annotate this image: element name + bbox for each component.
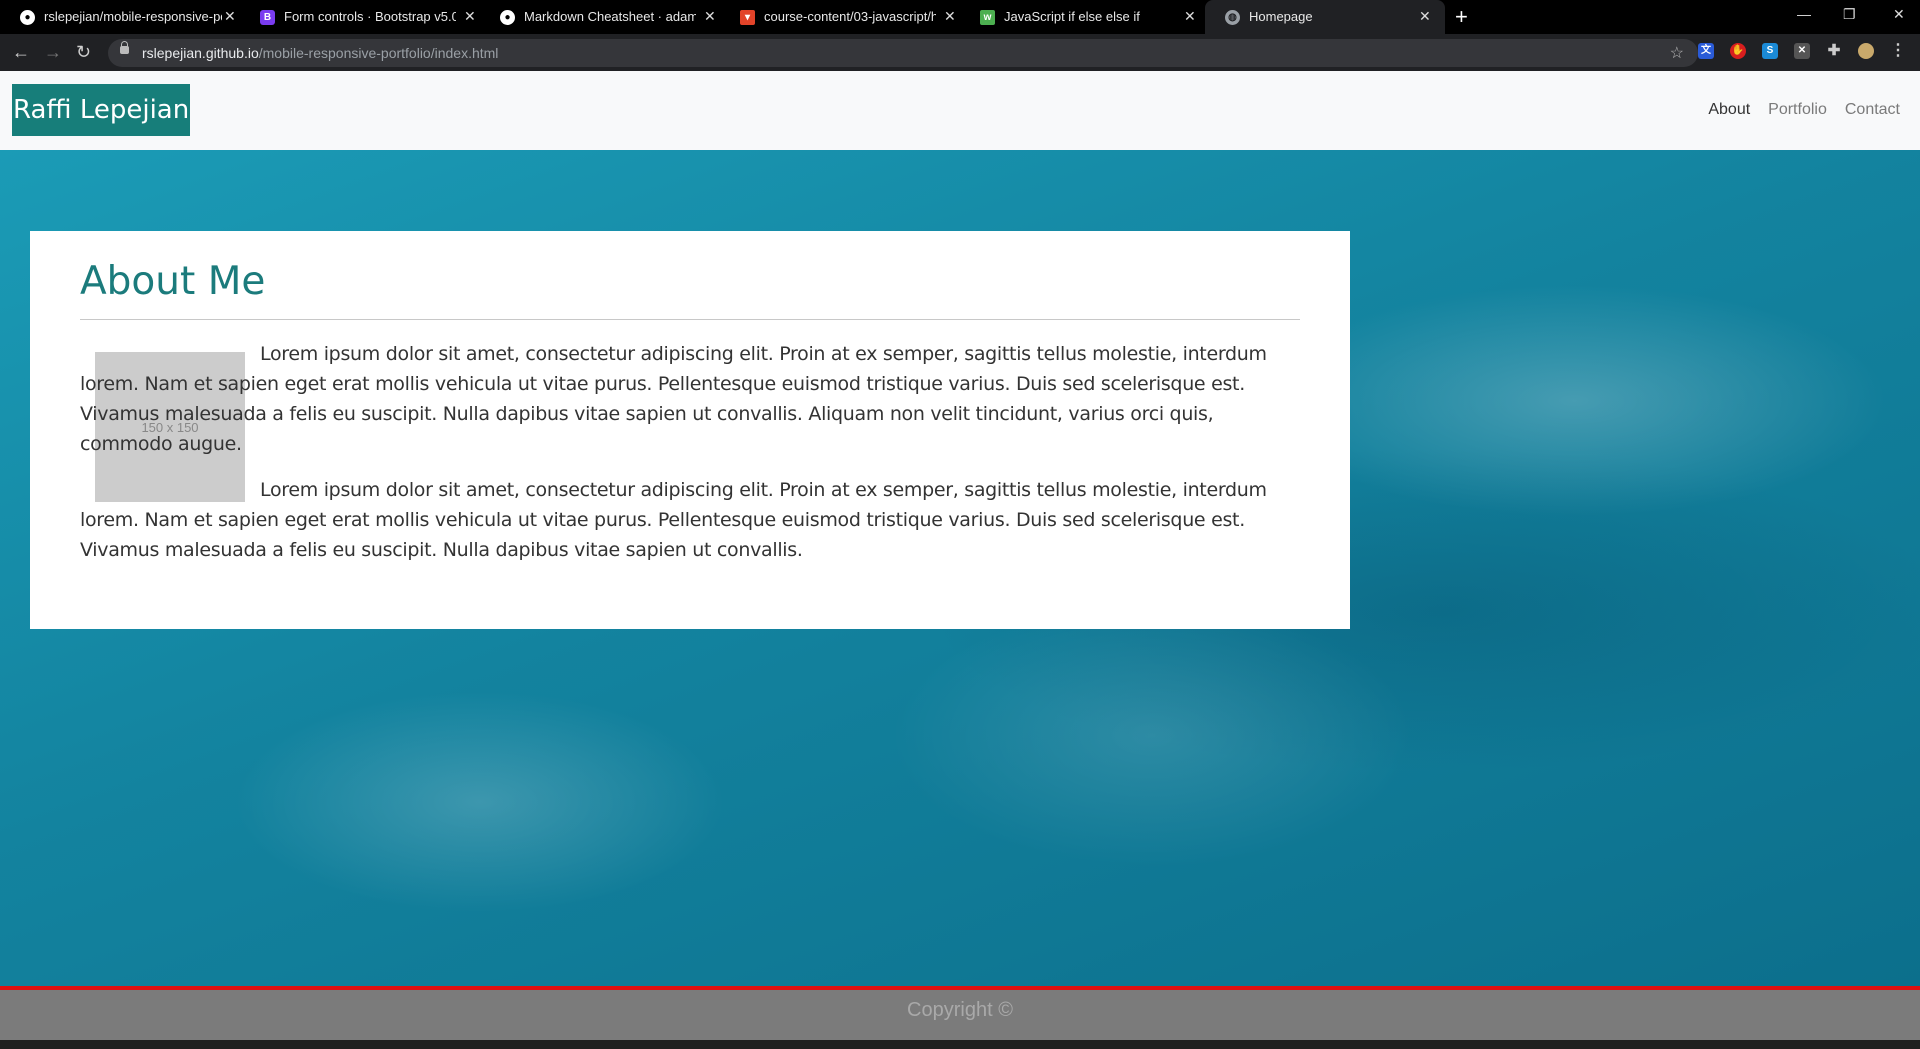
url-path: /mobile-responsive-portfolio/index.html <box>258 45 499 61</box>
reload-icon[interactable]: ↻ <box>76 42 91 63</box>
site-footer: Copyright © <box>0 990 1920 1040</box>
tab-markdown-cheatsheet[interactable]: ● Markdown Cheatsheet · adam-p/ ✕ <box>480 0 720 34</box>
window-close-icon[interactable]: ✕ <box>1893 6 1905 23</box>
restore-icon[interactable]: ❐ <box>1843 6 1856 23</box>
about-card: About Me 150 x 150 Lorem ipsum dolor sit… <box>30 231 1350 629</box>
nav-links: About Portfolio Contact <box>1708 101 1900 119</box>
nav-link-portfolio[interactable]: Portfolio <box>1768 101 1827 119</box>
menu-kebab-icon[interactable]: ⋮ <box>1890 43 1906 59</box>
browser-toolbar: ← → ↻ rslepejian.github.io/mobile-respon… <box>0 34 1920 71</box>
close-icon[interactable]: ✕ <box>464 8 476 25</box>
tab-homepage[interactable]: ◍ Homepage ✕ <box>1205 0 1445 34</box>
forward-arrow-icon[interactable]: → <box>44 42 62 63</box>
tab-bootstrap[interactable]: B Form controls · Bootstrap v5.0 ✕ <box>240 0 480 34</box>
lock-icon <box>120 41 129 54</box>
about-paragraph-1-text: Lorem ipsum dolor sit amet, consectetur … <box>80 343 1267 455</box>
extension-adblock-icon[interactable]: ✋ <box>1730 43 1746 59</box>
url-text[interactable]: rslepejian.github.io/mobile-responsive-p… <box>142 45 498 61</box>
extension-translate-icon[interactable]: 文 <box>1698 43 1714 59</box>
about-paragraph-2: Lorem ipsum dolor sit amet, consectetur … <box>80 475 1310 565</box>
address-bar[interactable]: rslepejian.github.io/mobile-responsive-p… <box>108 39 1698 67</box>
close-icon[interactable]: ✕ <box>224 8 236 25</box>
new-tab-button[interactable]: + <box>1455 4 1468 30</box>
github-icon: ● <box>20 10 35 25</box>
about-heading: About Me <box>80 259 266 304</box>
close-icon[interactable]: ✕ <box>704 8 716 25</box>
heading-divider <box>80 319 1300 320</box>
nav-link-about[interactable]: About <box>1708 101 1750 119</box>
globe-icon: ◍ <box>1225 10 1240 25</box>
gitlab-icon: ▾ <box>740 10 755 25</box>
os-taskbar <box>0 1040 1920 1049</box>
tab-title: Markdown Cheatsheet · adam-p/ <box>524 9 696 24</box>
github-icon: ● <box>500 10 515 25</box>
bookmark-star-icon[interactable]: ☆ <box>1670 43 1684 63</box>
extensions-puzzle-icon[interactable]: ✚ <box>1826 43 1842 59</box>
tab-title: JavaScript if else else if <box>1004 9 1140 24</box>
extension-tool-icon[interactable]: ✕ <box>1794 43 1810 59</box>
browser-tab-bar: ● rslepejian/mobile-responsive-po ✕ B Fo… <box>0 0 1920 34</box>
nav-link-contact[interactable]: Contact <box>1845 101 1900 119</box>
tab-title: course-content/03-javascript/ho <box>764 9 936 24</box>
brand-logo[interactable]: Raffi Lepejian <box>12 84 191 136</box>
extension-s-icon[interactable]: S <box>1762 43 1778 59</box>
about-paragraph-2-text: Lorem ipsum dolor sit amet, consectetur … <box>80 479 1267 561</box>
close-icon[interactable]: ✕ <box>1184 8 1196 25</box>
tab-title: rslepejian/mobile-responsive-po <box>44 9 222 24</box>
copyright-text: Copyright © <box>907 999 1013 1021</box>
profile-avatar[interactable] <box>1858 43 1874 59</box>
bootstrap-icon: B <box>260 10 275 25</box>
tab-course-content[interactable]: ▾ course-content/03-javascript/ho ✕ <box>720 0 960 34</box>
close-icon[interactable]: ✕ <box>1419 8 1431 25</box>
back-arrow-icon[interactable]: ← <box>12 42 30 63</box>
minimize-icon[interactable]: — <box>1797 6 1811 22</box>
w3schools-icon: w <box>980 10 995 25</box>
tab-github-repo[interactable]: ● rslepejian/mobile-responsive-po ✕ <box>0 0 250 34</box>
tab-javascript-if-else[interactable]: w JavaScript if else else if ✕ <box>960 0 1200 34</box>
url-host: rslepejian.github.io <box>142 45 259 61</box>
about-paragraph-1: Lorem ipsum dolor sit amet, consectetur … <box>80 339 1310 459</box>
site-navbar: Raffi Lepejian About Portfolio Contact <box>0 71 1920 151</box>
close-icon[interactable]: ✕ <box>944 8 956 25</box>
tab-title: Form controls · Bootstrap v5.0 <box>284 9 456 24</box>
tab-title: Homepage <box>1249 9 1313 24</box>
